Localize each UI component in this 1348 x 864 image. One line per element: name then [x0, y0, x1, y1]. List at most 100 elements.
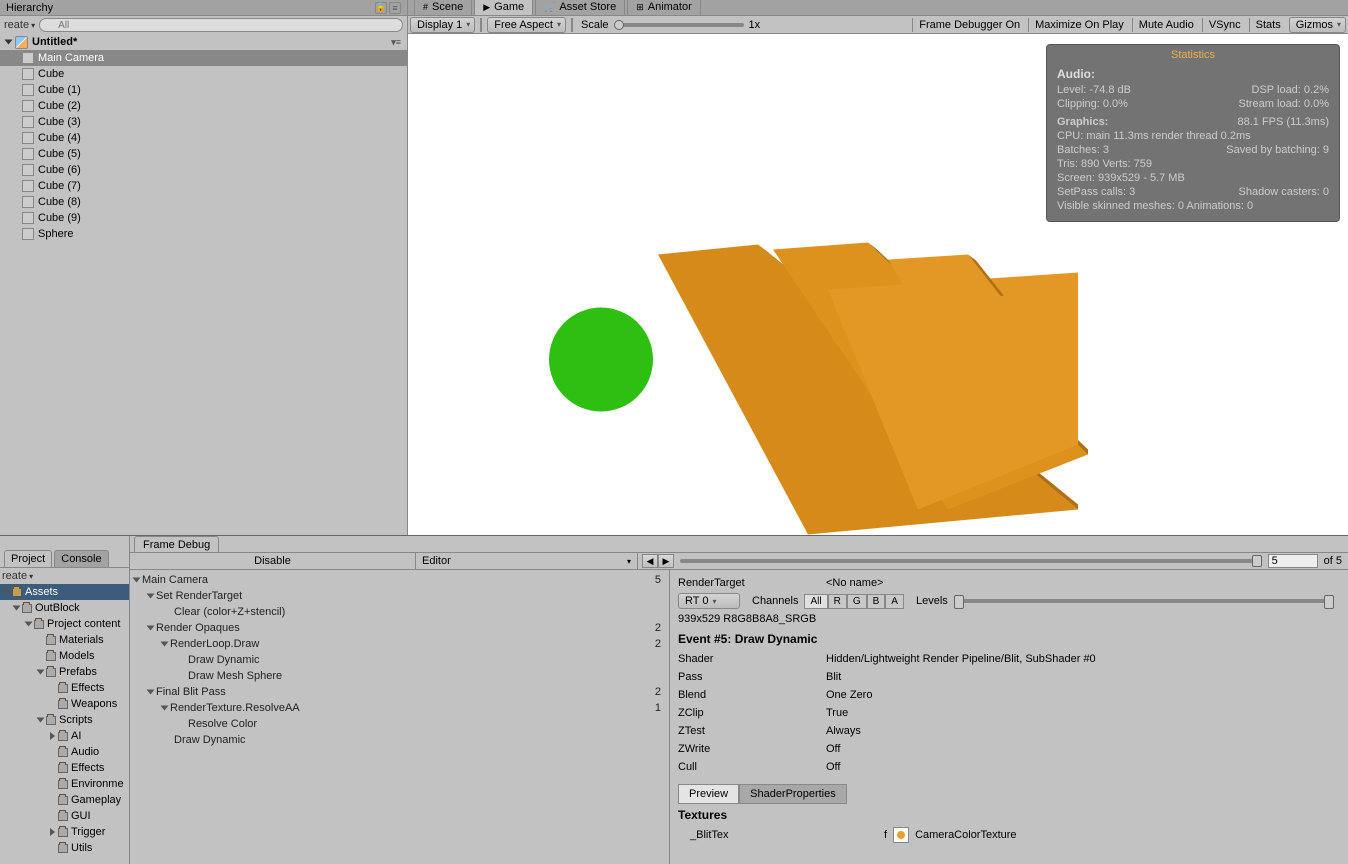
tab-console[interactable]: Console	[54, 550, 108, 567]
project-folder[interactable]: Prefabs	[0, 664, 129, 680]
channel-all[interactable]: All	[804, 594, 827, 609]
project-create-dropdown[interactable]: reate	[0, 568, 129, 584]
fd-tree-item[interactable]: Render Opaques2	[130, 620, 669, 636]
channel-b[interactable]: B	[867, 594, 886, 609]
hierarchy-item[interactable]: Main Camera	[0, 50, 407, 66]
scale-label: Scale	[578, 19, 612, 31]
fd-tree-item[interactable]: RenderLoop.Draw2	[130, 636, 669, 652]
tab-frame-debug[interactable]: Frame Debug	[134, 536, 219, 552]
channel-g[interactable]: G	[847, 594, 867, 609]
tab-preview[interactable]: Preview	[678, 784, 739, 804]
disable-button[interactable]: Disable	[130, 553, 416, 569]
rt-dropdown[interactable]: RT 0	[678, 593, 740, 609]
project-folder[interactable]: Environme	[0, 776, 129, 792]
project-folder[interactable]: Materials	[0, 632, 129, 648]
game-tabs: #Scene▶Game🛒Asset Store⊞Animator	[408, 0, 1348, 16]
fd-tree-item[interactable]: Clear (color+Z+stencil)	[130, 604, 669, 620]
project-folder[interactable]: Trigger	[0, 824, 129, 840]
next-button[interactable]: ▶	[658, 554, 674, 568]
project-folder[interactable]: OutBlock	[0, 600, 129, 616]
hierarchy-title: Hierarchy	[6, 2, 53, 14]
hierarchy-item[interactable]: Cube (1)	[0, 82, 407, 98]
project-folder[interactable]: Effects	[0, 760, 129, 776]
hierarchy-item[interactable]: Cube (6)	[0, 162, 407, 178]
hierarchy-item[interactable]: Cube (9)	[0, 210, 407, 226]
texture-name: _BlitTex	[678, 829, 884, 841]
scene-name[interactable]: Untitled*	[32, 36, 77, 48]
hierarchy-item[interactable]: Cube	[0, 66, 407, 82]
game-view: Statistics Audio: Level: -74.8 dBDSP loa…	[408, 34, 1348, 535]
fd-tree-item[interactable]: Set RenderTarget	[130, 588, 669, 604]
project-folder[interactable]: Effects	[0, 680, 129, 696]
gizmos-dropdown[interactable]: Gizmos	[1289, 17, 1346, 33]
hierarchy-item[interactable]: Cube (3)	[0, 114, 407, 130]
stats-toggle[interactable]: Stats	[1249, 18, 1287, 32]
game-toolbar: Display 1 Free Aspect Scale 1x Frame Deb…	[408, 16, 1348, 34]
tab-animator[interactable]: ⊞Animator	[627, 0, 701, 15]
rt-dimensions: 939x529 R8G8B8A8_SRGB	[678, 613, 816, 625]
fd-tree-item[interactable]: Draw Dynamic	[130, 652, 669, 668]
editor-dropdown[interactable]: Editor	[416, 553, 638, 569]
tab-shaderprops[interactable]: ShaderProperties	[739, 784, 847, 804]
hierarchy-item[interactable]: Cube (8)	[0, 194, 407, 210]
project-folder[interactable]: Weapons	[0, 696, 129, 712]
project-folder[interactable]: Scripts	[0, 712, 129, 728]
vsync-toggle[interactable]: VSync	[1202, 18, 1247, 32]
hierarchy-list: Main CameraCubeCube (1)Cube (2)Cube (3)C…	[0, 50, 407, 242]
graphics-header: Graphics:	[1057, 115, 1108, 129]
project-tree: OutBlockProject contentMaterialsModelsPr…	[0, 600, 129, 856]
stats-title: Statistics	[1047, 45, 1339, 65]
statistics-overlay: Statistics Audio: Level: -74.8 dBDSP loa…	[1046, 44, 1340, 222]
fd-tree-item[interactable]: Draw Mesh Sphere	[130, 668, 669, 684]
levels-slider[interactable]	[954, 599, 1334, 603]
event-title: Event #5: Draw Dynamic	[678, 632, 1340, 646]
frame-debugger-toggle[interactable]: Frame Debugger On	[912, 18, 1026, 32]
lock-icon[interactable]: 🔒	[375, 2, 387, 14]
fd-tree-item[interactable]: Main Camera5	[130, 572, 669, 588]
frame-debug-panel: Frame Debug Disable Editor ◀▶ of 5 Main …	[130, 536, 1348, 864]
tab-scene[interactable]: #Scene	[414, 0, 472, 15]
aspect-dropdown[interactable]: Free Aspect	[487, 17, 566, 33]
frame-input[interactable]	[1268, 554, 1318, 568]
search-input[interactable]	[39, 18, 403, 32]
fd-tree-item[interactable]: Final Blit Pass2	[130, 684, 669, 700]
tab-game[interactable]: ▶Game	[474, 0, 533, 15]
frame-slider[interactable]	[680, 559, 1262, 563]
project-folder[interactable]: GUI	[0, 808, 129, 824]
texture-value[interactable]: CameraColorTexture	[915, 829, 1016, 841]
hierarchy-item[interactable]: Cube (5)	[0, 146, 407, 162]
project-panel: Project Console reate Assets OutBlockPro…	[0, 536, 130, 864]
display-dropdown[interactable]: Display 1	[410, 17, 475, 33]
tab-asset-store[interactable]: 🛒Asset Store	[535, 0, 625, 15]
frame-total: of 5	[1318, 555, 1348, 567]
fd-tree-item[interactable]: Draw Dynamic	[130, 732, 669, 748]
prev-button[interactable]: ◀	[642, 554, 658, 568]
hierarchy-item[interactable]: Cube (2)	[0, 98, 407, 114]
project-folder[interactable]: Audio	[0, 744, 129, 760]
project-folder[interactable]: AI	[0, 728, 129, 744]
frame-debug-detail: RenderTarget<No name> RT 0 Channels AllR…	[670, 570, 1348, 864]
maximize-toggle[interactable]: Maximize On Play	[1028, 18, 1130, 32]
assets-root[interactable]: Assets	[0, 584, 129, 600]
fd-tree-item[interactable]: Resolve Color	[130, 716, 669, 732]
hierarchy-item[interactable]: Sphere	[0, 226, 407, 242]
project-folder[interactable]: Project content	[0, 616, 129, 632]
scale-slider[interactable]	[614, 23, 744, 27]
fd-tree-item[interactable]: RenderTexture.ResolveAA1	[130, 700, 669, 716]
hierarchy-item[interactable]: Cube (4)	[0, 130, 407, 146]
texture-icon[interactable]	[893, 827, 909, 843]
project-folder[interactable]: Models	[0, 648, 129, 664]
audio-header: Audio:	[1057, 67, 1095, 81]
tab-project[interactable]: Project	[4, 550, 52, 567]
channel-a[interactable]: A	[885, 594, 904, 609]
project-folder[interactable]: Utils	[0, 840, 129, 856]
menu-icon[interactable]: ≡	[389, 2, 401, 14]
hierarchy-item[interactable]: Cube (7)	[0, 178, 407, 194]
hierarchy-panel: Hierarchy 🔒≡ reate Untitled* ▾≡ Main Came…	[0, 0, 408, 535]
project-folder[interactable]: Gameplay	[0, 792, 129, 808]
scene-menu-icon[interactable]: ▾≡	[391, 37, 401, 48]
channel-r[interactable]: R	[828, 594, 847, 609]
create-dropdown[interactable]: reate	[4, 19, 35, 31]
mute-toggle[interactable]: Mute Audio	[1132, 18, 1200, 32]
channel-buttons: AllRGBA	[804, 594, 903, 609]
